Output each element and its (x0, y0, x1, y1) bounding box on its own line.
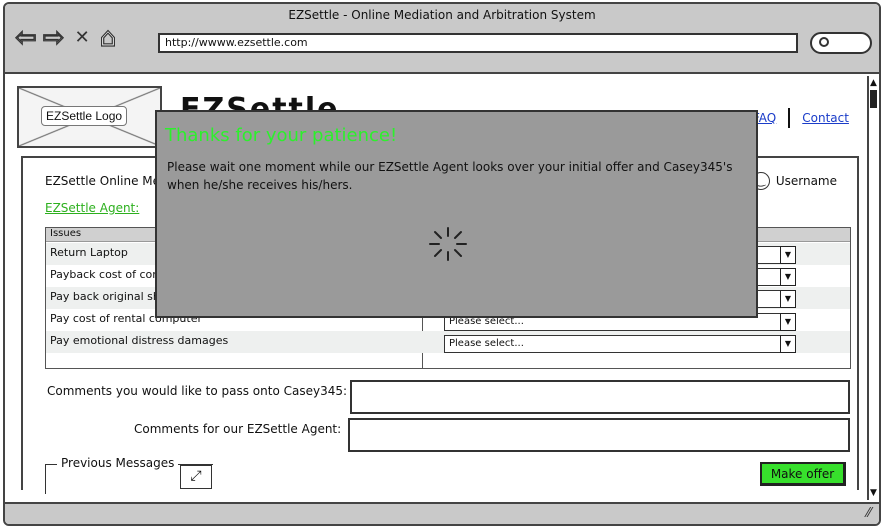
comments-to-agent-field[interactable] (348, 418, 850, 452)
contact-link[interactable]: Contact (802, 111, 849, 125)
issue-label: Return Laptop (50, 246, 128, 259)
browser-titlebar: EZSettle - Online Mediation and Arbitrat… (5, 4, 879, 74)
search-field[interactable] (810, 32, 872, 54)
issue-label: Pay emotional distress damages (50, 334, 229, 347)
user-info[interactable]: ‿ Username (751, 172, 837, 190)
logo-label: EZSettle Logo (41, 106, 128, 126)
waiting-modal: Thanks for your patience! Please wait on… (155, 110, 758, 318)
scroll-thumb[interactable] (870, 90, 877, 108)
modal-message: Please wait one moment while our EZSettl… (167, 160, 733, 192)
chevron-down-icon[interactable]: ▼ (780, 246, 796, 264)
status-bar: ⁄⁄ (5, 502, 879, 524)
search-icon (819, 37, 829, 47)
issue-select[interactable]: Please select... ▼ (444, 335, 796, 353)
previous-messages-label: Previous Messages (57, 456, 179, 470)
window-title: EZSettle - Online Mediation and Arbitrat… (288, 8, 596, 22)
username: Username (775, 174, 837, 188)
logo-placeholder: EZSettle Logo (17, 86, 162, 148)
vertical-scrollbar[interactable]: ▲ ▼ (867, 76, 879, 500)
make-offer-button[interactable]: Make offer (760, 462, 846, 486)
top-links: FAQ Contact (753, 108, 849, 128)
chevron-down-icon[interactable]: ▼ (780, 313, 796, 331)
address-bar[interactable]: http://wwww.ezsettle.com (158, 33, 798, 53)
browser-window: EZSettle - Online Mediation and Arbitrat… (3, 2, 881, 526)
chevron-down-icon[interactable]: ▼ (780, 335, 796, 353)
loading-spinner-icon (429, 227, 467, 261)
forward-arrow-icon[interactable]: ⇨ (42, 23, 65, 52)
resize-grip-icon[interactable]: ⁄⁄ (867, 506, 871, 521)
stop-icon[interactable]: ✕ (75, 24, 90, 52)
back-arrow-icon[interactable]: ⇦ (14, 23, 37, 52)
agent-link[interactable]: EZSettle Agent: (45, 201, 139, 215)
comments-to-agent-label: Comments for our EZSettle Agent: (134, 422, 342, 436)
browser-nav: ⇦ ⇨ ✕ ⌂ (14, 23, 117, 52)
chevron-down-icon[interactable]: ▼ (780, 268, 796, 286)
chevron-down-icon[interactable]: ▼ (780, 290, 796, 308)
modal-title: Thanks for your patience! (165, 125, 398, 146)
expand-icon[interactable]: ⤢ (180, 465, 212, 489)
scroll-up-icon[interactable]: ▲ (870, 78, 877, 88)
link-separator (788, 108, 791, 128)
home-icon[interactable]: ⌂ (99, 23, 117, 52)
comments-to-party-label: Comments you would like to pass onto Cas… (47, 384, 348, 398)
comments-to-party-field[interactable] (350, 380, 850, 414)
scroll-down-icon[interactable]: ▼ (870, 488, 877, 498)
